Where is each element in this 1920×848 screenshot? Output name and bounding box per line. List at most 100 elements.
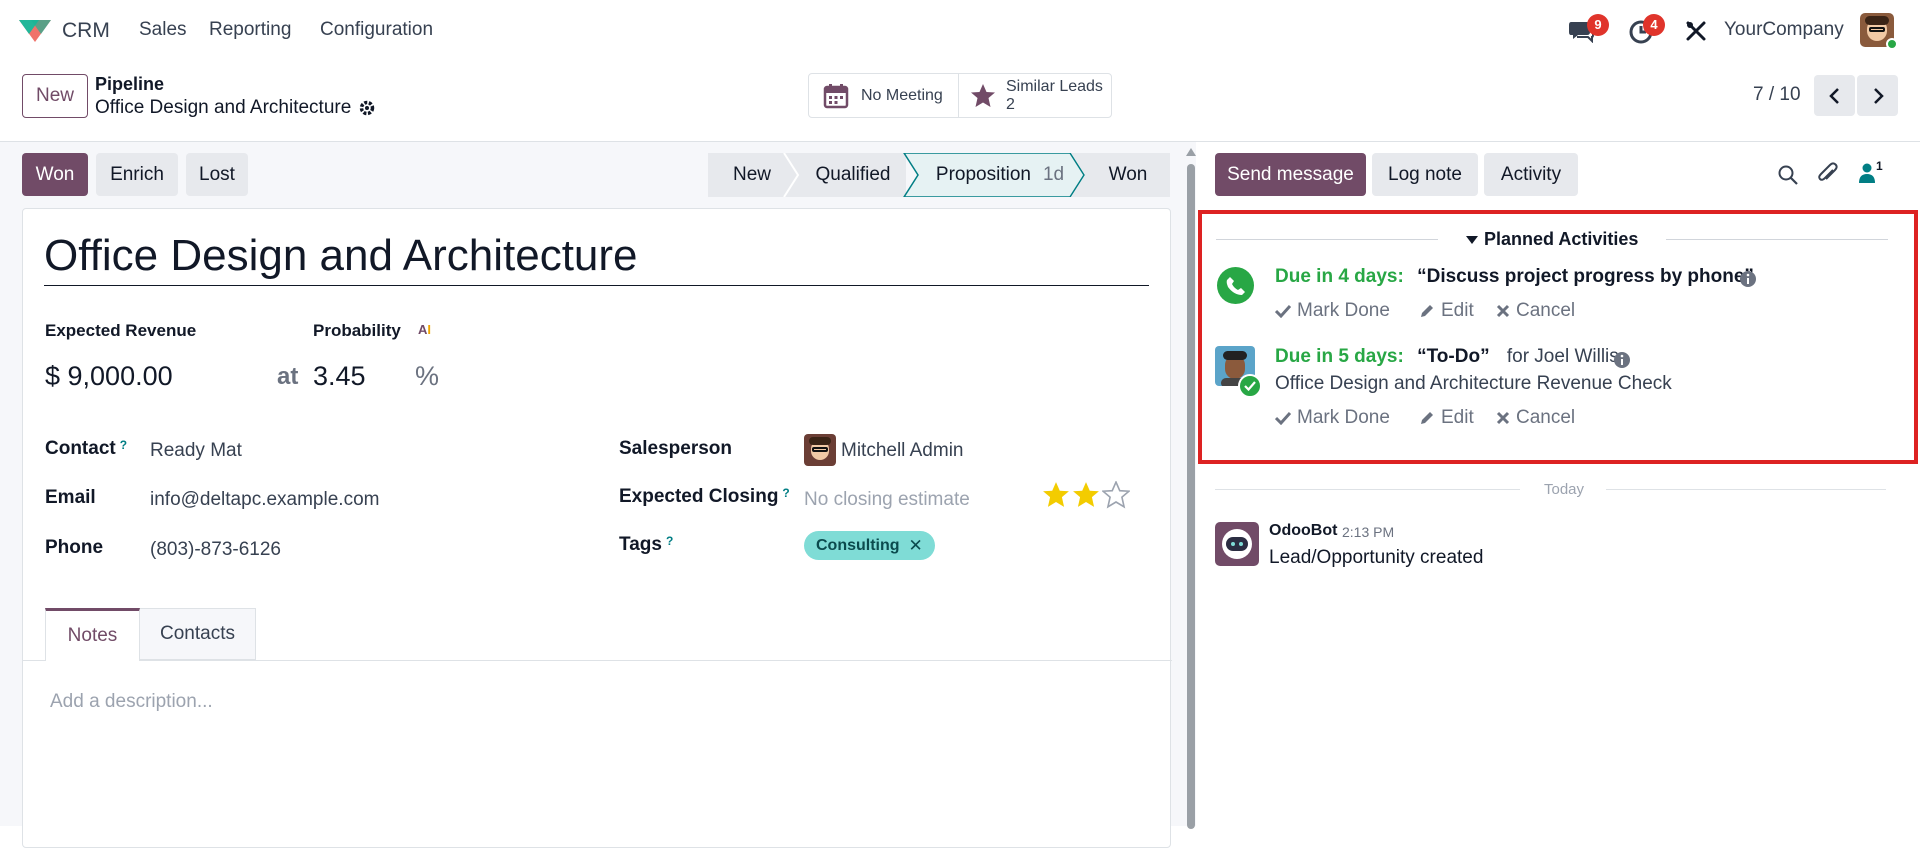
contact-label: Contact?: [45, 438, 128, 459]
chevron-right-icon: [1873, 87, 1884, 104]
app-name[interactable]: CRM: [62, 19, 110, 43]
mark-done-link[interactable]: Mark Done: [1275, 407, 1390, 429]
gear-icon[interactable]: [358, 99, 376, 117]
similar-leads-count: 2: [1006, 95, 1015, 113]
odoobot-avatar: [1215, 522, 1259, 566]
cancel-link[interactable]: Cancel: [1496, 407, 1575, 429]
tab-contacts[interactable]: Contacts: [140, 608, 256, 660]
stage-new[interactable]: New: [708, 153, 796, 197]
closing-help-icon[interactable]: ?: [782, 486, 789, 500]
menu-sales[interactable]: Sales: [139, 19, 187, 41]
control-panel: New Pipeline Office Design and Architect…: [0, 62, 1920, 142]
probability-label: Probability: [313, 321, 401, 340]
breadcrumb-current: Office Design and Architecture: [95, 97, 352, 118]
tag-label: Consulting: [816, 536, 900, 554]
planned-divider-right: [1666, 239, 1888, 240]
percent-sign: %: [415, 361, 440, 391]
contact-help-icon[interactable]: ?: [120, 438, 127, 452]
activity-2-assignee: for Joel Willis: [1506, 346, 1619, 367]
info-icon[interactable]: [1739, 270, 1757, 288]
check-icon: [1275, 304, 1291, 318]
tag-remove-icon[interactable]: ✕: [909, 536, 923, 556]
at-text: at: [277, 363, 299, 390]
pager-previous-button[interactable]: [1814, 75, 1855, 116]
stage-duration: 1d: [1042, 164, 1065, 185]
form-scrollbar[interactable]: [1186, 142, 1196, 829]
info-icon[interactable]: [1613, 351, 1631, 369]
debug-tools-icon[interactable]: [1685, 20, 1707, 42]
phone-activity-icon: [1217, 267, 1254, 304]
stage-qualified[interactable]: Qualified: [798, 153, 908, 197]
message-body: Lead/Opportunity created: [1269, 547, 1484, 568]
planned-activities-title: Planned Activities: [1484, 229, 1639, 249]
stage-proposition[interactable]: Proposition 1d: [918, 153, 1082, 197]
form-sheet: Office Design and Architecture Expected …: [22, 208, 1172, 848]
log-note-button[interactable]: Log note: [1372, 153, 1478, 196]
expected-revenue-value[interactable]: $ 9,000.00: [45, 361, 173, 392]
breadcrumb-pipeline[interactable]: Pipeline: [95, 74, 164, 95]
stage-won[interactable]: Won: [1090, 153, 1166, 197]
similar-leads-button[interactable]: Similar Leads 2: [959, 74, 1111, 117]
won-button[interactable]: Won: [22, 153, 88, 196]
pager-value[interactable]: 7 / 10: [1753, 84, 1801, 106]
paperclip-icon[interactable]: [1816, 161, 1840, 187]
mark-done-link[interactable]: Mark Done: [1275, 300, 1390, 322]
email-value[interactable]: info@deltapc.example.com: [150, 489, 379, 511]
star-icon: [971, 83, 995, 107]
crm-logo-icon[interactable]: [17, 16, 53, 44]
ai-probability-icon[interactable]: AI: [418, 322, 431, 337]
menu-configuration[interactable]: Configuration: [320, 19, 433, 41]
phone-value[interactable]: (803)-873-6126: [150, 539, 281, 561]
contact-value[interactable]: Ready Mat: [150, 440, 242, 462]
priority-stars[interactable]: [1042, 481, 1130, 509]
menu-reporting[interactable]: Reporting: [209, 19, 291, 41]
message-time: 2:13 PM: [1342, 524, 1395, 540]
followers-icon[interactable]: [1858, 162, 1876, 184]
tags-help-icon[interactable]: ?: [666, 534, 673, 548]
star-filled-icon[interactable]: [1072, 481, 1100, 509]
probability-value[interactable]: 3.45: [313, 361, 366, 392]
form-view: Won Enrich Lost New Qualified Propositio…: [0, 142, 1196, 848]
send-message-button[interactable]: Send message: [1215, 153, 1366, 196]
pager-next-button[interactable]: [1857, 75, 1898, 116]
company-switcher[interactable]: YourCompany: [1724, 19, 1844, 41]
activity-1-header: Due in 4 days: “Discuss project progress…: [1275, 266, 1754, 288]
stage-proposition-label: Proposition: [935, 164, 1031, 185]
edit-link[interactable]: Edit: [1419, 300, 1474, 322]
activity-button[interactable]: Activity: [1484, 153, 1578, 196]
search-icon[interactable]: [1777, 164, 1799, 186]
message-author[interactable]: OdooBot: [1269, 522, 1337, 540]
activity-2-summary: “To-Do”: [1417, 346, 1490, 367]
lost-button[interactable]: Lost: [186, 153, 248, 196]
description-input[interactable]: Add a description...: [50, 691, 213, 713]
expected-closing-input[interactable]: No closing estimate: [804, 489, 970, 511]
edit-link[interactable]: Edit: [1419, 407, 1474, 429]
calendar-icon: [823, 83, 849, 108]
tab-notes[interactable]: Notes: [45, 608, 140, 661]
activity-1-summary: “Discuss project progress by phone”: [1417, 266, 1754, 287]
salesperson-value[interactable]: Mitchell Admin: [841, 440, 964, 462]
new-button[interactable]: New: [22, 74, 88, 118]
activity-2-due: Due in 5 days:: [1275, 346, 1404, 367]
cancel-link[interactable]: Cancel: [1496, 300, 1575, 322]
activity-1-due: Due in 4 days:: [1275, 266, 1404, 287]
check-icon: [1275, 411, 1291, 425]
salesperson-label: Salesperson: [619, 438, 732, 459]
meeting-label: No Meeting: [861, 86, 943, 104]
scroll-thumb[interactable]: [1187, 164, 1195, 829]
today-divider-left: [1215, 489, 1520, 490]
meeting-smart-button[interactable]: No Meeting: [809, 74, 958, 117]
enrich-button[interactable]: Enrich: [96, 153, 178, 196]
opportunity-title[interactable]: Office Design and Architecture: [44, 231, 1149, 286]
star-empty-icon[interactable]: [1102, 481, 1130, 509]
chatter-panel: Send message Log note Activity 1 Planned…: [1196, 142, 1920, 826]
email-label: Email: [45, 487, 96, 508]
planned-activities-toggle[interactable]: Planned Activities: [1466, 229, 1638, 250]
close-icon: [1496, 411, 1510, 425]
star-filled-icon[interactable]: [1042, 481, 1070, 509]
activities-badge: 4: [1643, 14, 1665, 36]
planned-divider-left: [1216, 239, 1438, 240]
activity-2-note: Office Design and Architecture Revenue C…: [1275, 373, 1672, 394]
scroll-up-arrow[interactable]: [1186, 148, 1196, 156]
activity-2-header: Due in 5 days: “To-Do” for Joel Willis: [1275, 346, 1619, 368]
